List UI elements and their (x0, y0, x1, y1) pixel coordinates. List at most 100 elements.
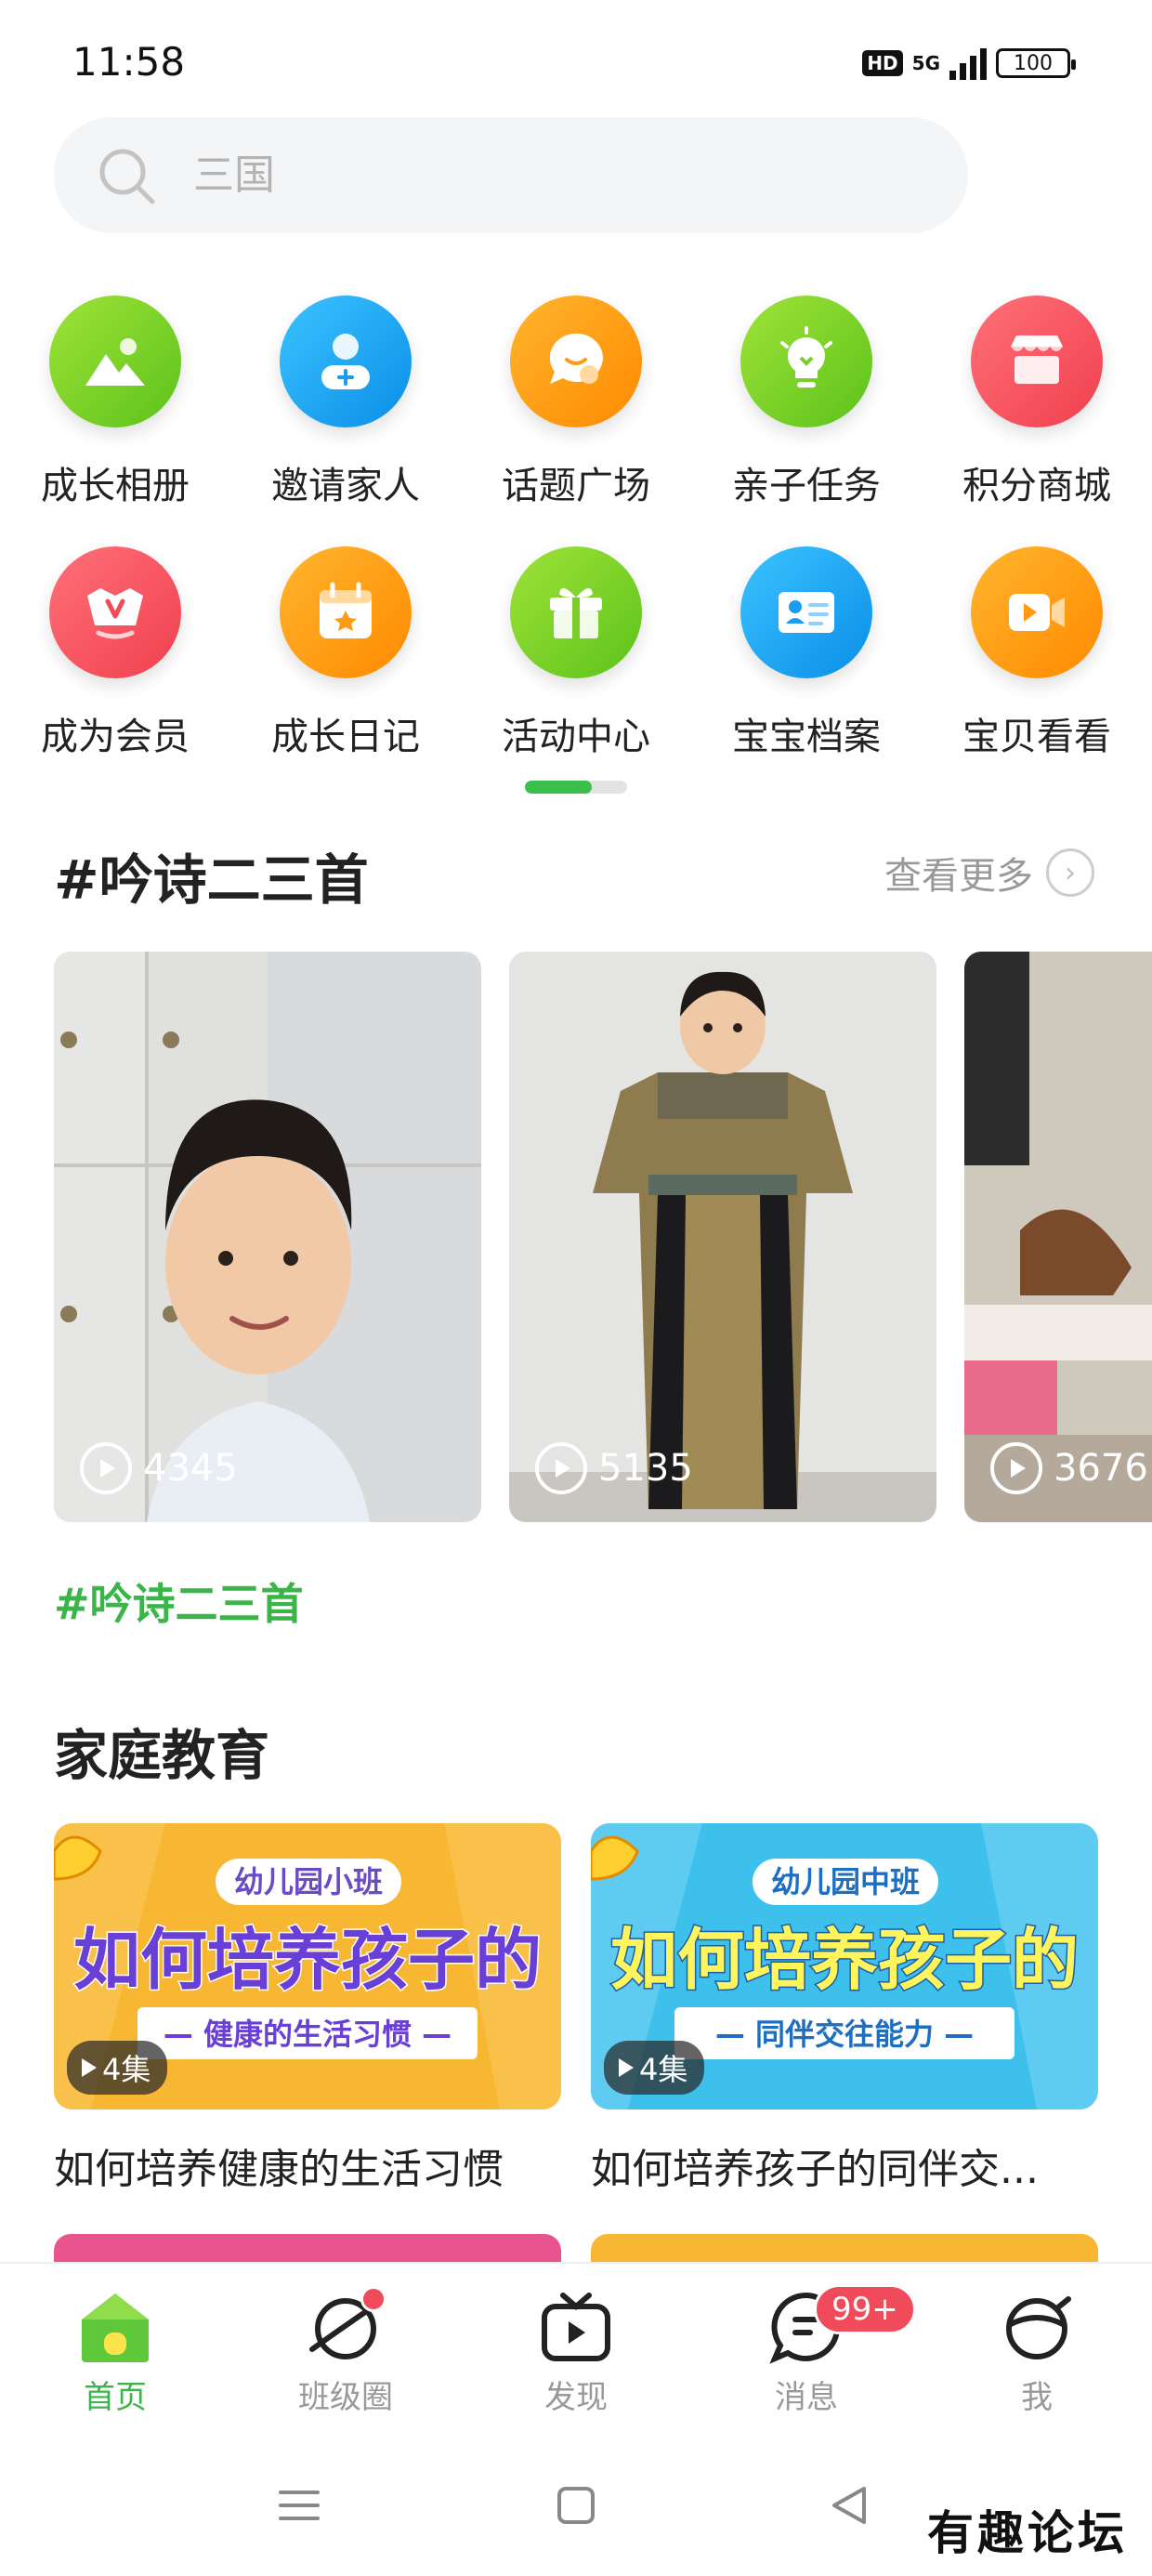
quick-item-topics[interactable]: 话题广场 (461, 296, 691, 546)
play-count: 4345 (80, 1442, 238, 1494)
home-icon (82, 2293, 149, 2362)
profile-card-icon (740, 546, 872, 678)
play-icon (990, 1442, 1042, 1494)
section-title-family-education: 家庭教育 (54, 1724, 270, 1787)
tab-label: 我 (1021, 2379, 1053, 2416)
quick-item-invite[interactable]: 邀请家人 (230, 296, 461, 546)
status-bar: 11:58 HD 5G 100 (0, 0, 1152, 121)
play-count: 5135 (535, 1442, 693, 1494)
photo-album-icon (49, 296, 181, 427)
profile-face-icon (1006, 2296, 1071, 2359)
video-card[interactable]: 4345 (54, 952, 481, 1522)
quick-item-vip[interactable]: 成为会员 (0, 546, 230, 797)
invite-person-icon (280, 296, 412, 427)
play-count: 3676 (990, 1442, 1148, 1494)
course-tag: 幼儿园中班 (771, 1864, 920, 1899)
chat-bubble-icon (510, 296, 642, 427)
network-type: 5G (911, 52, 940, 74)
tv-play-icon (542, 2293, 610, 2361)
system-nav-bar: 有趣论坛 (0, 2438, 1152, 2576)
quick-item-profile[interactable]: 宝宝档案 (691, 546, 922, 797)
tab-messages[interactable]: 99+ 消息 (691, 2264, 922, 2438)
play-icon (535, 1442, 587, 1494)
quick-item-label: 宝贝看看 (962, 716, 1111, 758)
menu-icon[interactable] (277, 2483, 321, 2528)
course-title: 如何培养孩子的同伴交... (591, 2146, 1039, 2193)
battery-icon: 100 (996, 48, 1076, 78)
play-count-value: 3676 (1054, 1447, 1148, 1490)
course-subtitle: — 健康的生活习惯 — (164, 2017, 452, 2052)
see-more-link[interactable]: 查看更多 › (884, 846, 1094, 900)
quick-item-label: 亲子任务 (732, 465, 881, 507)
course-subtitle: — 同伴交往能力 — (715, 2017, 974, 2052)
tab-me[interactable]: 我 (922, 2264, 1152, 2438)
tab-class-circle[interactable]: 班级圈 (230, 2264, 461, 2438)
quick-item-label: 宝宝档案 (732, 716, 881, 758)
course-card-peek[interactable] (591, 2234, 1098, 2262)
tab-label: 消息 (775, 2379, 838, 2416)
message-count-badge: 99+ (814, 2284, 916, 2334)
episode-count: 4集 (102, 2052, 151, 2087)
quick-item-label: 成长日记 (271, 716, 420, 758)
course-thumbnail: 幼儿园小班 如何培养孩子的 — 健康的生活习惯 — 4集 (54, 1823, 561, 2109)
course-tag: 幼儿园小班 (234, 1864, 383, 1899)
play-icon (80, 1442, 132, 1494)
course-headline: 如何培养孩子的 (610, 1921, 1079, 1999)
episode-count: 4集 (639, 2052, 688, 2087)
course-title: 如何培养健康的生活习惯 (54, 2146, 504, 2193)
tab-home[interactable]: 首页 (0, 2264, 230, 2438)
video-thumbnail (964, 952, 1152, 1522)
battery-level: 100 (1014, 51, 1053, 75)
quick-item-album[interactable]: 成长相册 (0, 296, 230, 546)
see-more-label: 查看更多 (884, 855, 1033, 898)
video-card[interactable]: 3676 (964, 952, 1152, 1522)
course-card-peek[interactable] (54, 2234, 561, 2262)
course-headline: 如何培养孩子的 (73, 1921, 542, 1999)
search-icon (99, 149, 155, 204)
quick-item-tasks[interactable]: 亲子任务 (691, 296, 922, 546)
quick-item-watch[interactable]: 宝贝看看 (922, 546, 1152, 797)
episode-count-badge: 4集 (604, 2041, 705, 2095)
quick-item-label: 成长相册 (41, 465, 190, 507)
play-icon (82, 2058, 97, 2077)
store-icon (971, 296, 1103, 427)
search-bar[interactable] (54, 117, 968, 233)
section-title-poetry: #吟诗二三首 (54, 848, 369, 912)
calendar-star-icon (280, 546, 412, 678)
quick-item-activity[interactable]: 活动中心 (461, 546, 691, 797)
lightbulb-icon (740, 296, 872, 427)
course-thumbnail: 幼儿园中班 如何培养孩子的 — 同伴交往能力 — 4集 (591, 1823, 1098, 2109)
quick-item-label: 邀请家人 (271, 465, 420, 507)
grid-page-indicator (525, 781, 627, 794)
back-triangle-icon[interactable] (827, 2483, 871, 2528)
chevron-right-icon: › (1046, 848, 1094, 897)
home-square-icon[interactable] (554, 2483, 598, 2528)
video-card[interactable]: 5135 (509, 952, 936, 1522)
hashtag-link[interactable]: #吟诗二三首 (54, 1571, 304, 1632)
notification-dot (360, 2286, 386, 2312)
bottom-tab-bar: 首页 班级圈 发现 99+ 消息 我 (0, 2262, 1152, 2438)
quick-item-label: 话题广场 (502, 465, 650, 507)
quick-item-label: 活动中心 (502, 716, 650, 758)
tab-label: 发现 (544, 2379, 608, 2416)
video-carousel[interactable]: 4345 5135 3676 (54, 952, 1152, 1522)
video-thumbnail (54, 952, 481, 1522)
hd-badge: HD (862, 50, 903, 76)
quick-item-diary[interactable]: 成长日记 (230, 546, 461, 797)
vip-crown-icon (49, 546, 181, 678)
signal-icon (949, 46, 987, 80)
search-input[interactable] (193, 151, 751, 199)
course-card[interactable]: 幼儿园中班 如何培养孩子的 — 同伴交往能力 — 4集 如何培养孩子的同伴交..… (591, 1823, 1098, 2195)
status-time: 11:58 (72, 39, 186, 85)
tab-label: 首页 (84, 2379, 147, 2416)
play-count-value: 5135 (598, 1447, 693, 1490)
play-icon (619, 2058, 634, 2077)
tab-label: 班级圈 (298, 2379, 393, 2416)
quick-item-store[interactable]: 积分商城 (922, 296, 1152, 546)
course-card[interactable]: 幼儿园小班 如何培养孩子的 — 健康的生活习惯 — 4集 如何培养健康的生活习惯 (54, 1823, 561, 2195)
status-indicators: HD 5G 100 (862, 46, 1076, 80)
video-thumbnail (509, 952, 936, 1522)
watermark: 有趣论坛 (927, 2505, 1128, 2560)
episode-count-badge: 4集 (67, 2041, 168, 2095)
tab-discover[interactable]: 发现 (461, 2264, 691, 2438)
